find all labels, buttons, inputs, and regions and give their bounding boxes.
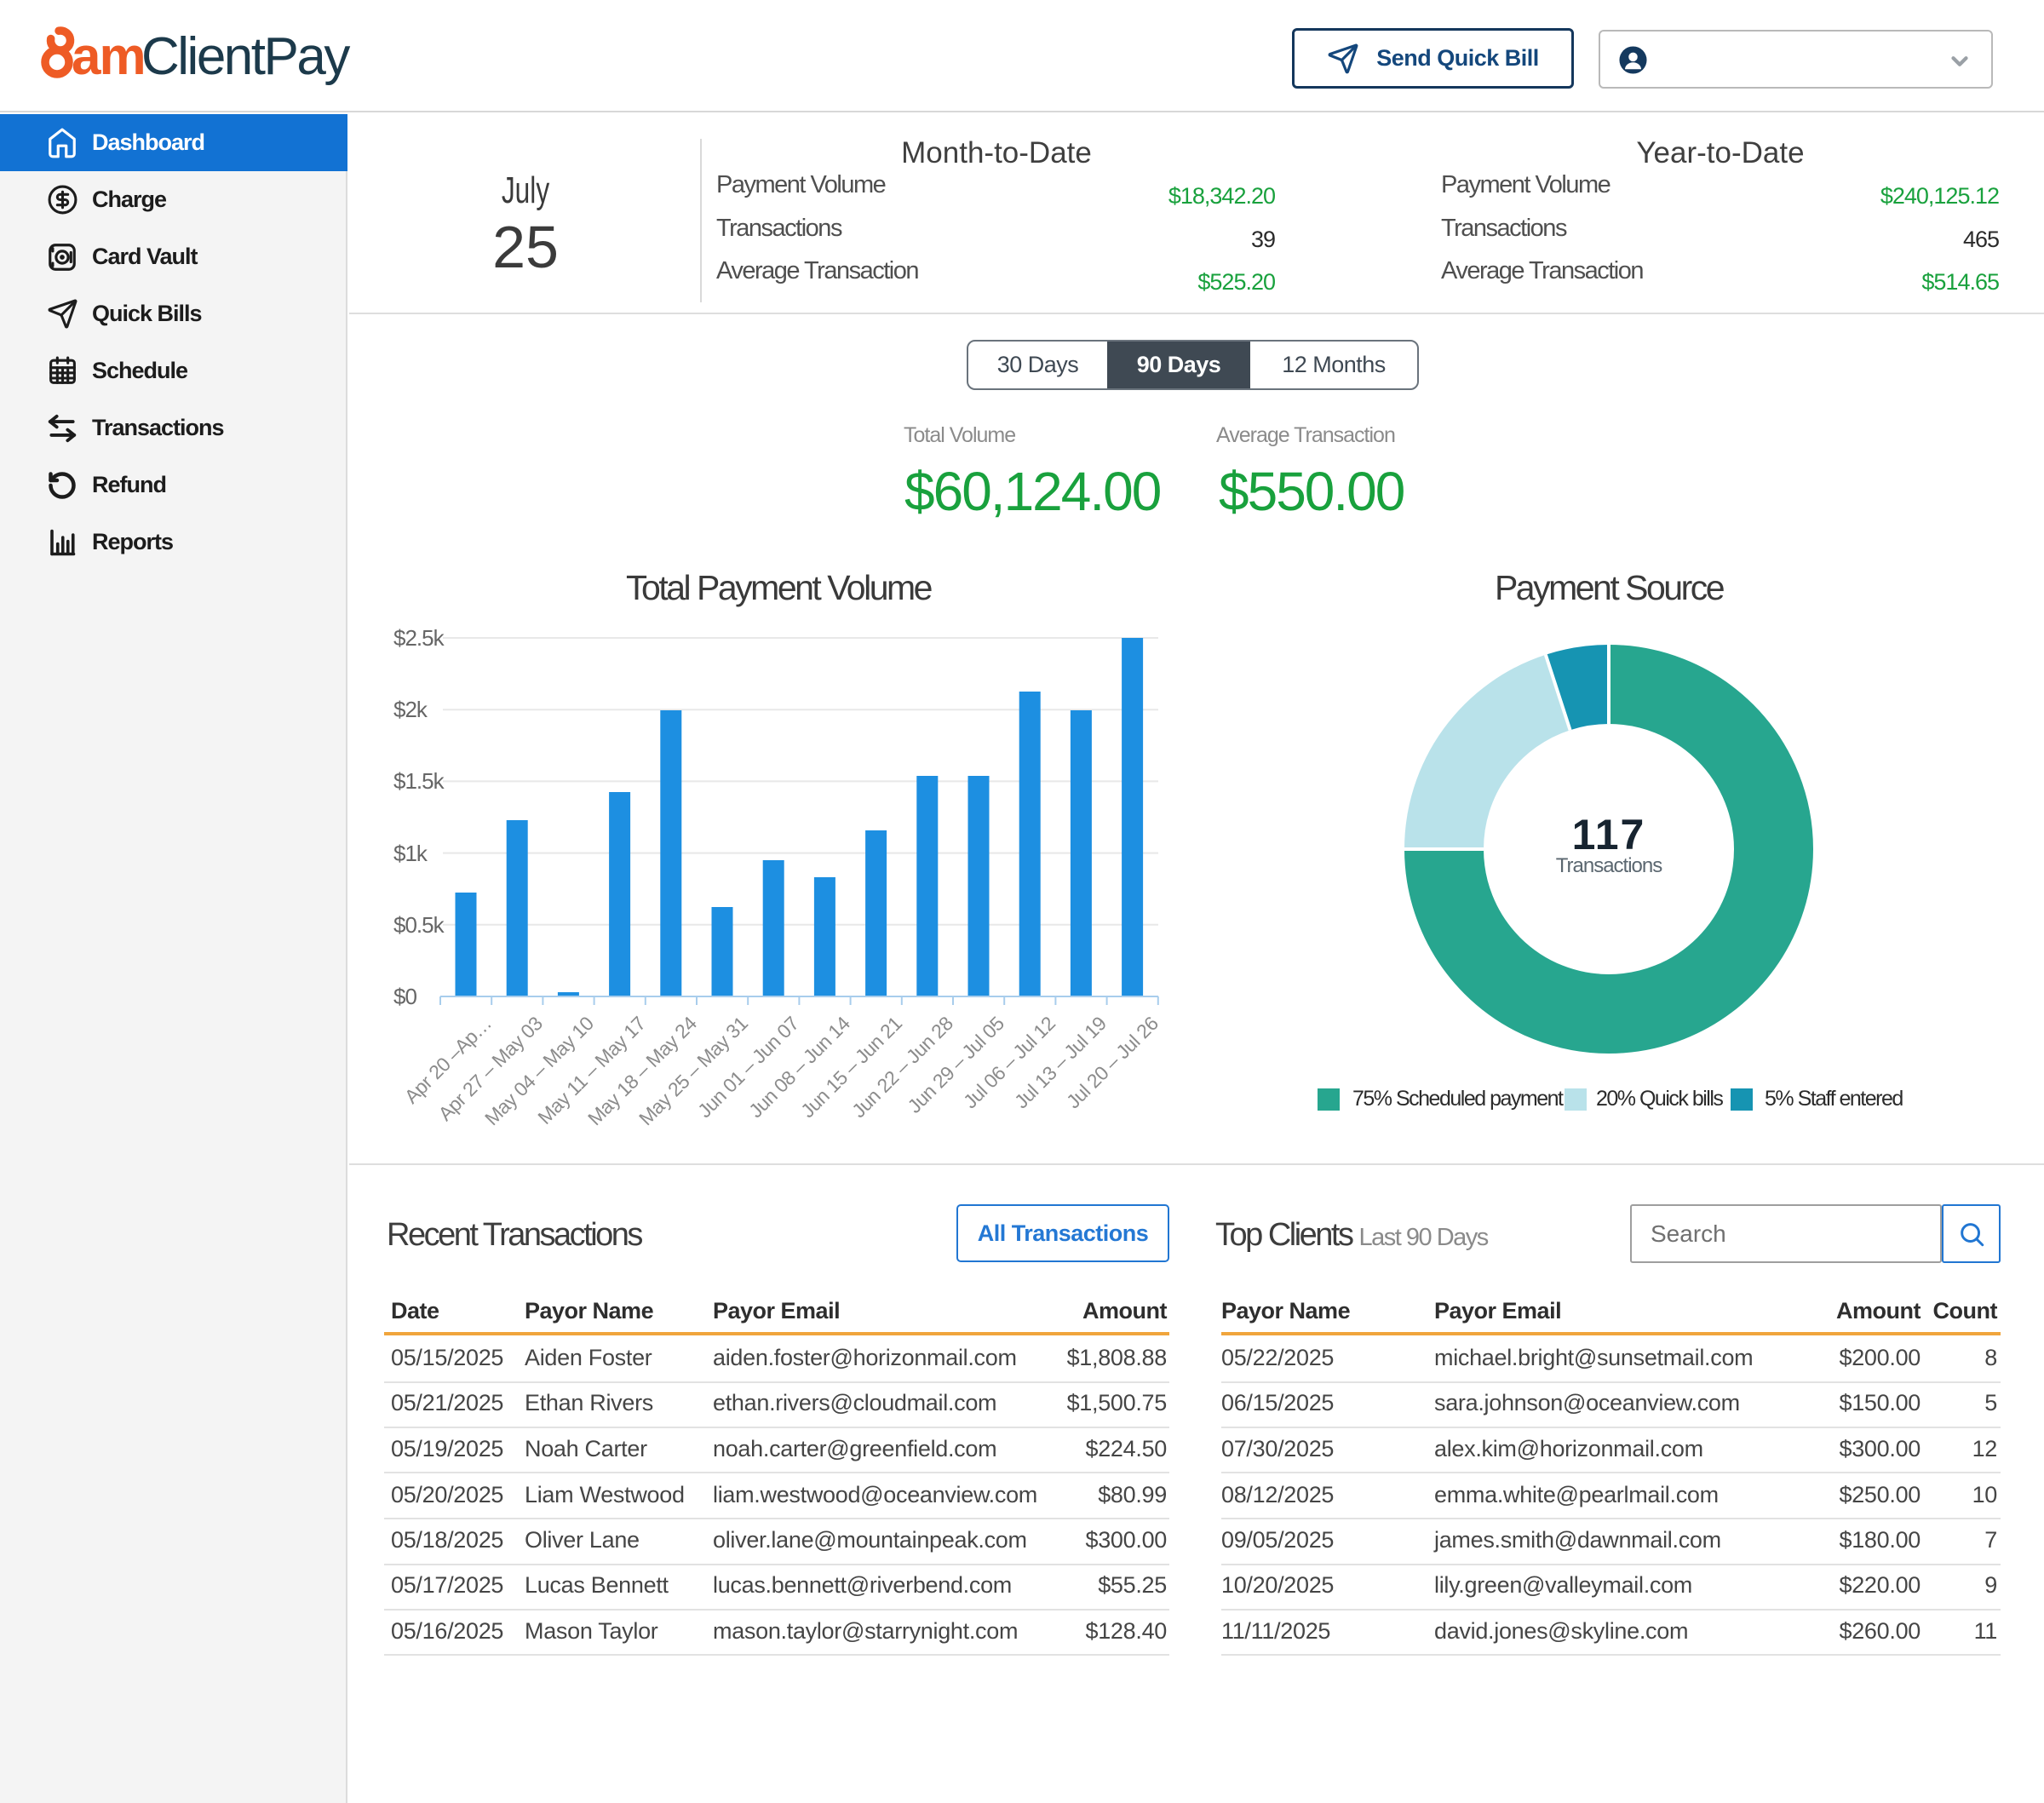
- svg-text:$2k: $2k: [393, 697, 428, 722]
- svg-text:Apr 20 –Ap…: Apr 20 –Ap…: [400, 1012, 496, 1107]
- svg-text:$1.5k: $1.5k: [393, 768, 445, 794]
- svg-text:$0: $0: [393, 984, 416, 1009]
- svg-text:$1k: $1k: [393, 841, 428, 866]
- svg-text:Jul 20 – Jul 26: Jul 20 – Jul 26: [1062, 1012, 1163, 1112]
- svg-text:$0.5k: $0.5k: [393, 912, 445, 938]
- svg-text:$2.5k: $2.5k: [393, 625, 445, 651]
